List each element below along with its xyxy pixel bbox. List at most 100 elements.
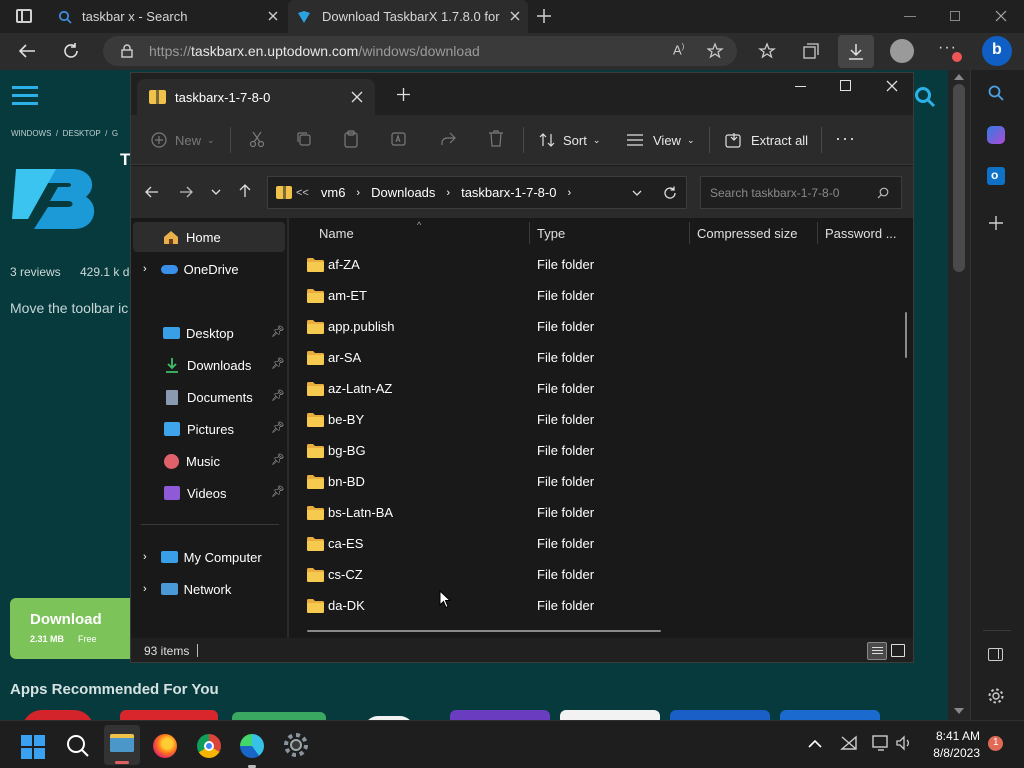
firefox-icon[interactable] bbox=[150, 729, 182, 761]
column-header-compressed-size[interactable]: Compressed size bbox=[697, 218, 817, 248]
show-hidden-icons-icon[interactable] bbox=[808, 739, 822, 748]
recommended-app-thumb[interactable] bbox=[450, 710, 550, 720]
read-aloud-icon[interactable]: A) bbox=[673, 42, 684, 57]
explorer-tab[interactable]: taskbarx-1-7-8-0 bbox=[137, 79, 375, 115]
network-disconnected-icon[interactable] bbox=[840, 735, 858, 751]
maximize-icon[interactable] bbox=[840, 80, 851, 91]
new-tab-icon[interactable] bbox=[397, 88, 410, 101]
close-icon[interactable] bbox=[351, 91, 363, 103]
restore-icon[interactable] bbox=[950, 11, 960, 21]
recommended-app-thumb[interactable] bbox=[120, 710, 218, 720]
chevron-right-icon[interactable]: › bbox=[143, 551, 147, 563]
search-icon[interactable] bbox=[987, 84, 1005, 102]
column-header-password[interactable]: Password ... bbox=[825, 218, 905, 248]
table-row[interactable]: af-ZA File folder bbox=[307, 250, 897, 281]
minimize-icon[interactable] bbox=[904, 16, 916, 17]
recommended-app-thumb[interactable] bbox=[560, 710, 660, 720]
nav-item-downloads[interactable]: Downloads 📌︎ bbox=[133, 350, 285, 380]
recommended-app-thumb[interactable] bbox=[780, 710, 880, 720]
search-icon[interactable] bbox=[62, 729, 94, 761]
device-icon[interactable] bbox=[872, 735, 890, 751]
horizontal-scrollbar-thumb[interactable] bbox=[307, 630, 661, 632]
address-dropdown-icon[interactable] bbox=[632, 190, 642, 197]
cut-icon[interactable] bbox=[249, 131, 265, 148]
nav-item-my-computer[interactable]: › My Computer bbox=[133, 542, 285, 572]
column-header-type[interactable]: Type bbox=[537, 218, 689, 248]
pin-icon[interactable]: 📌︎ bbox=[271, 421, 285, 434]
browser-tab-download[interactable]: Download TaskbarX 1.7.8.0 for W bbox=[288, 0, 528, 33]
pin-icon[interactable]: 📌︎ bbox=[271, 453, 285, 466]
pin-icon[interactable]: 📌︎ bbox=[271, 325, 285, 338]
column-divider[interactable] bbox=[529, 222, 530, 244]
nav-item-music[interactable]: Music 📌︎ bbox=[133, 446, 285, 476]
see-more-icon[interactable]: ··· bbox=[835, 128, 856, 149]
pin-icon[interactable]: 📌︎ bbox=[271, 389, 285, 402]
hide-sidebar-icon[interactable] bbox=[988, 648, 1003, 661]
table-row[interactable]: bn-BD File folder bbox=[307, 467, 897, 498]
minimize-icon[interactable] bbox=[795, 86, 806, 87]
explorer-search-input[interactable]: Search taskbarx-1-7-8-0 bbox=[700, 176, 902, 209]
favorites-icon[interactable] bbox=[758, 42, 776, 60]
extract-all-button[interactable]: Extract all bbox=[725, 115, 808, 165]
sort-button[interactable]: Sort ⌄ bbox=[539, 115, 600, 165]
edge-icon[interactable] bbox=[236, 729, 268, 768]
collections-icon[interactable] bbox=[802, 42, 820, 60]
large-icons-view-icon[interactable] bbox=[891, 644, 905, 657]
breadcrumb-overflow[interactable]: << bbox=[296, 187, 309, 199]
view-button[interactable]: View ⌄ bbox=[627, 115, 695, 165]
refresh-icon[interactable] bbox=[62, 42, 80, 60]
nav-item-desktop[interactable]: Desktop 📌︎ bbox=[133, 318, 285, 348]
hamburger-menu-icon[interactable] bbox=[12, 86, 38, 106]
notification-badge[interactable]: 1 bbox=[988, 736, 1003, 751]
settings-gear-icon[interactable] bbox=[987, 687, 1005, 705]
nav-item-onedrive[interactable]: › OneDrive bbox=[133, 254, 285, 284]
table-row[interactable]: da-DK File folder bbox=[307, 591, 897, 622]
scrollbar-down-icon[interactable] bbox=[954, 708, 964, 714]
chevron-right-icon[interactable]: › bbox=[143, 263, 147, 275]
address-breadcrumb[interactable]: << vm6 › Downloads › taskbarx-1-7-8-0 › bbox=[267, 176, 687, 209]
bing-button[interactable]: b bbox=[982, 36, 1012, 66]
column-divider[interactable] bbox=[817, 222, 818, 244]
breadcrumb-current[interactable]: taskbarx-1-7-8-0 bbox=[461, 185, 556, 200]
delete-icon[interactable] bbox=[488, 130, 504, 147]
table-row[interactable]: bg-BG File folder bbox=[307, 436, 897, 467]
chrome-icon[interactable] bbox=[193, 729, 225, 761]
chevron-right-icon[interactable]: › bbox=[143, 583, 147, 595]
vertical-scrollbar-thumb[interactable] bbox=[905, 312, 907, 358]
clock-time[interactable]: 8:41 AM bbox=[928, 729, 980, 743]
volume-icon[interactable] bbox=[896, 735, 912, 751]
outlook-icon[interactable]: o bbox=[987, 167, 1005, 185]
recommended-app-thumb[interactable] bbox=[22, 710, 94, 720]
table-row[interactable]: ar-SA File folder bbox=[307, 343, 897, 374]
breadcrumb-vm6[interactable]: vm6 bbox=[321, 185, 346, 200]
details-view-icon[interactable] bbox=[867, 642, 887, 660]
recommended-app-thumb[interactable] bbox=[670, 710, 770, 720]
table-row[interactable]: be-BY File folder bbox=[307, 405, 897, 436]
close-window-icon[interactable] bbox=[995, 10, 1007, 22]
download-app-button[interactable]: Download 2.31 MB Free bbox=[10, 598, 135, 659]
table-row[interactable]: ca-ES File folder bbox=[307, 529, 897, 560]
copy-icon[interactable] bbox=[296, 131, 312, 147]
table-row[interactable]: app.publish File folder bbox=[307, 312, 897, 343]
rename-icon[interactable] bbox=[391, 131, 409, 147]
browser-tab-search[interactable]: taskbar x - Search bbox=[48, 0, 286, 33]
nav-item-network[interactable]: › Network bbox=[133, 574, 285, 604]
scrollbar-up-icon[interactable] bbox=[954, 74, 964, 80]
copilot-icon[interactable] bbox=[987, 126, 1005, 144]
table-row[interactable]: cs-CZ File folder bbox=[307, 560, 897, 591]
close-window-icon[interactable] bbox=[886, 80, 898, 92]
back-icon[interactable] bbox=[145, 186, 159, 198]
close-icon[interactable] bbox=[508, 9, 522, 23]
nav-item-documents[interactable]: Documents 📌︎ bbox=[133, 382, 285, 412]
profile-avatar[interactable] bbox=[890, 39, 914, 63]
start-button[interactable] bbox=[18, 729, 50, 761]
back-icon[interactable] bbox=[18, 43, 36, 59]
paste-icon[interactable] bbox=[343, 130, 359, 148]
table-row[interactable]: bs-Latn-BA File folder bbox=[307, 498, 897, 529]
clock-date[interactable]: 8/8/2023 bbox=[924, 746, 980, 760]
close-icon[interactable] bbox=[266, 9, 280, 23]
table-row[interactable]: az-Latn-AZ File folder bbox=[307, 374, 897, 405]
new-tab-icon[interactable] bbox=[536, 8, 552, 24]
reviews-count[interactable]: 3 reviews bbox=[10, 265, 61, 279]
table-row[interactable]: am-ET File folder bbox=[307, 281, 897, 312]
